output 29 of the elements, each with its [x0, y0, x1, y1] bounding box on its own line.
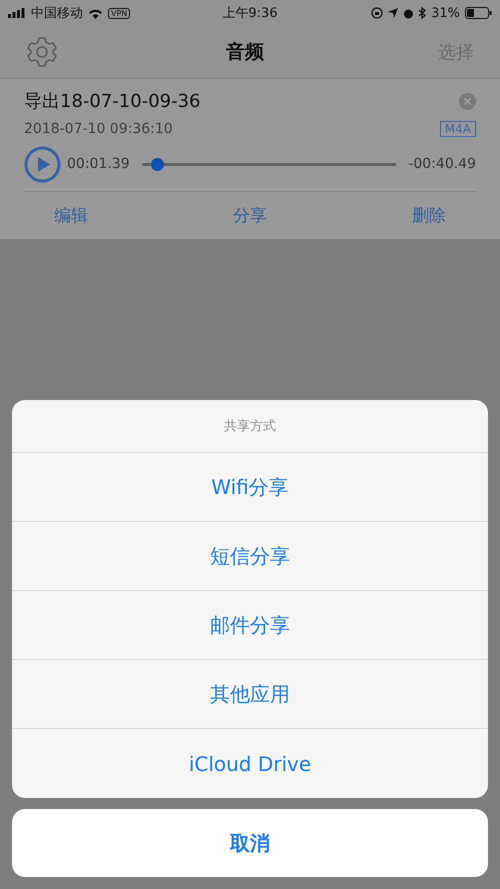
battery-icon	[465, 7, 492, 19]
format-tag: M4A	[440, 121, 476, 137]
carrier-name: 中国移动	[31, 5, 83, 22]
action-button[interactable]: 分享	[209, 204, 291, 227]
bluetooth-icon	[419, 7, 426, 19]
share-option[interactable]: 其他应用	[12, 660, 488, 729]
location-icon	[388, 8, 398, 18]
play-icon[interactable]	[24, 146, 61, 182]
sheet-title: 共享方式	[12, 400, 488, 453]
share-option[interactable]: Wifi分享	[12, 453, 488, 522]
action-button[interactable]: 删除	[388, 204, 470, 227]
vpn-indicator: VPN	[108, 8, 130, 18]
clock: 上午9:36	[222, 5, 278, 22]
elapsed-time: 00:01.39	[67, 156, 130, 172]
close-icon[interactable]	[459, 92, 476, 110]
share-option[interactable]: 短信分享	[12, 522, 488, 591]
cancel-button[interactable]: 取消	[12, 809, 488, 877]
share-option[interactable]: 邮件分享	[12, 591, 488, 660]
settings-icon[interactable]	[26, 36, 58, 68]
share-option[interactable]: iCloud Drive	[12, 729, 488, 798]
nav-title: 音频	[225, 40, 265, 65]
wifi-icon	[88, 8, 103, 18]
recording-name: 导出18-07-10-09-36	[24, 90, 201, 113]
rotation-lock-icon	[371, 7, 384, 19]
recording-date: 2018-07-10 09:36:10	[24, 121, 173, 137]
battery-percent: 31%	[431, 6, 460, 20]
signal-icon	[8, 8, 26, 18]
action-button[interactable]: 编辑	[30, 204, 112, 227]
remaining-time: -00:40.49	[408, 156, 476, 172]
